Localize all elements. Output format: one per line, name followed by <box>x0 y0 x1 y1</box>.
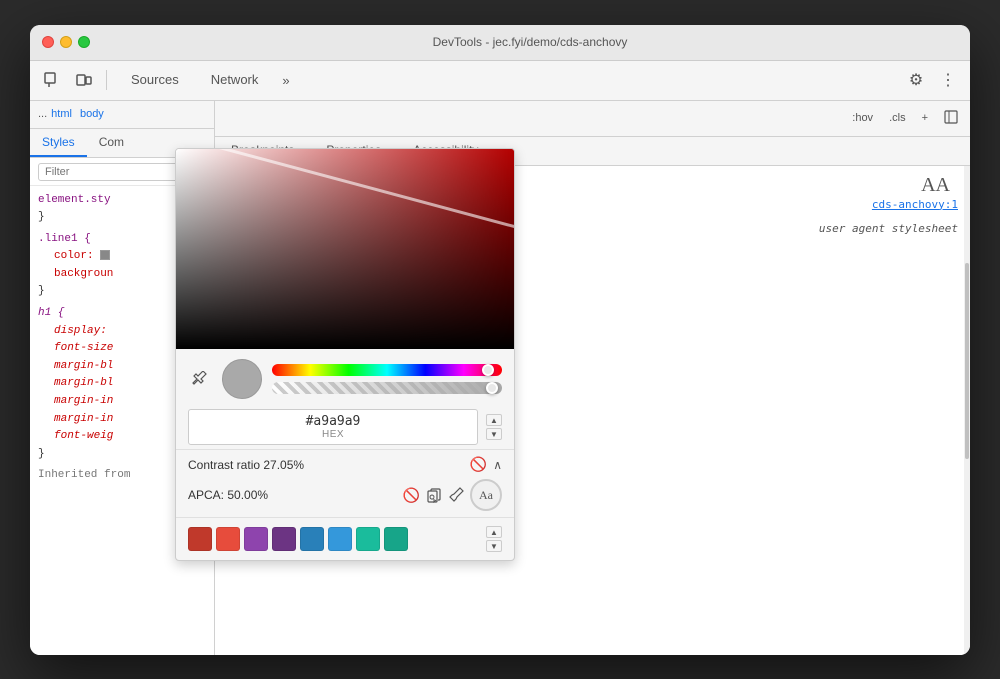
settings-button[interactable]: ⚙ <box>902 66 930 94</box>
apca-icons: 🚫 <box>403 479 502 511</box>
devtools-window: DevTools - jec.fyi/demo/cds-anchovy Sour… <box>30 25 970 655</box>
inspect-element-button[interactable] <box>38 66 66 94</box>
opacity-slider[interactable] <box>272 382 502 394</box>
tab-more[interactable]: » <box>274 61 297 101</box>
minimize-button[interactable] <box>60 36 72 48</box>
tab-network[interactable]: Network <box>195 61 275 101</box>
tab-sources[interactable]: Sources <box>115 61 195 101</box>
hex-up-button[interactable]: ▲ <box>486 414 502 426</box>
fontweight-property: font-weig <box>38 430 113 442</box>
devtools-body: Sources Network » ⚙ ⋮ ... html body Styl… <box>30 61 970 655</box>
apca-copy-button[interactable] <box>426 487 442 503</box>
swatch-down-button[interactable]: ▼ <box>486 540 502 552</box>
scrollbar-thumb <box>965 263 969 459</box>
swatch-4[interactable] <box>272 527 296 551</box>
hex-row: #a9a9a9 HEX ▲ ▼ <box>176 409 514 449</box>
picker-controls <box>176 349 514 409</box>
swatch-1[interactable] <box>188 527 212 551</box>
swatch-arrows: ▲ ▼ <box>486 526 502 552</box>
swatch-up-button[interactable]: ▲ <box>486 526 502 538</box>
ua-label: user agent stylesheet <box>819 222 958 235</box>
apca-no-icon: 🚫 <box>403 487 420 504</box>
swatch-8[interactable] <box>384 527 408 551</box>
swatch-3[interactable] <box>244 527 268 551</box>
color-canvas[interactable] <box>176 149 514 349</box>
color-swatches: ▲ ▼ <box>176 517 514 560</box>
traffic-lights <box>42 36 90 48</box>
display-property: display: <box>38 325 107 337</box>
aa-badge[interactable]: Aa <box>470 479 502 511</box>
h1-selector: h1 { <box>38 307 64 319</box>
contrast-right: 🚫 ∧ <box>470 456 502 473</box>
new-rule-button[interactable] <box>940 108 962 129</box>
marginbl1-property: margin-bl <box>38 360 113 372</box>
hex-arrows: ▲ ▼ <box>486 414 502 440</box>
color-picker-popup: #a9a9a9 HEX ▲ ▼ Contrast ratio 27.05% <box>175 148 515 561</box>
contrast-row: Contrast ratio 27.05% 🚫 ∧ <box>188 456 502 473</box>
hue-thumb <box>482 364 494 376</box>
breadcrumb-dots: ... <box>38 108 47 120</box>
color-property: color: <box>38 250 112 262</box>
font-size-badge: AA <box>921 174 950 197</box>
color-swatch[interactable] <box>100 250 110 260</box>
more-options-button[interactable]: ⋮ <box>934 66 962 94</box>
swatch-6[interactable] <box>328 527 352 551</box>
devtools-toolbar: Sources Network » ⚙ ⋮ <box>30 61 970 101</box>
color-canvas-inner <box>176 149 514 349</box>
eyedropper2-button[interactable] <box>448 487 464 503</box>
title-bar: DevTools - jec.fyi/demo/cds-anchovy <box>30 25 970 61</box>
apca-row: APCA: 50.00% 🚫 <box>188 479 502 511</box>
cls-button[interactable]: .cls <box>885 110 910 126</box>
right-toolbar: :hov .cls + <box>215 101 970 137</box>
hue-slider[interactable] <box>272 364 502 376</box>
main-content: ... html body Styles Com element.sty <box>30 101 970 655</box>
eyedropper-button[interactable] <box>188 367 212 391</box>
tab-styles[interactable]: Styles <box>30 129 87 157</box>
marginin1-property: margin-in <box>38 395 113 407</box>
maximize-button[interactable] <box>78 36 90 48</box>
marginin2-property: margin-in <box>38 413 113 425</box>
contrast-chevron-button[interactable]: ∧ <box>493 458 502 472</box>
toolbar-right: ⚙ ⋮ <box>902 66 962 94</box>
color-preview-circle <box>222 359 262 399</box>
contrast-section: Contrast ratio 27.05% 🚫 ∧ APCA: 50.00% <box>176 449 514 517</box>
swatch-2[interactable] <box>216 527 240 551</box>
line1-selector: .line1 { <box>38 233 91 245</box>
hex-input-container: #a9a9a9 HEX <box>188 409 478 445</box>
hex-value[interactable]: #a9a9a9 <box>306 414 361 429</box>
scrollbar[interactable] <box>964 166 970 655</box>
hov-button[interactable]: :hov <box>848 110 877 126</box>
no-entry-icon: 🚫 <box>470 456 487 473</box>
device-toggle-button[interactable] <box>70 66 98 94</box>
add-style-button[interactable]: + <box>918 110 932 126</box>
source-link[interactable]: cds-anchovy:1 <box>872 198 958 211</box>
breadcrumb-html[interactable]: html <box>51 108 72 120</box>
contrast-label: Contrast ratio 27.05% <box>188 458 304 472</box>
nav-tabs: Sources Network » <box>115 61 898 101</box>
tab-computed[interactable]: Com <box>87 129 136 157</box>
hex-label: HEX <box>322 429 344 440</box>
element-breadcrumb: ... html body <box>30 101 214 129</box>
breadcrumb-body[interactable]: body <box>80 108 104 120</box>
swatch-7[interactable] <box>356 527 380 551</box>
opacity-thumb <box>486 382 498 394</box>
apca-label: APCA: 50.00% <box>188 488 268 502</box>
style-selector: element.sty <box>38 194 111 206</box>
swatch-5[interactable] <box>300 527 324 551</box>
toolbar-separator <box>106 70 107 90</box>
marginbl2-property: margin-bl <box>38 377 113 389</box>
background-property: backgroun <box>38 268 113 280</box>
fontsize-property: font-size <box>38 342 113 354</box>
window-title: DevTools - jec.fyi/demo/cds-anchovy <box>102 35 958 49</box>
hex-down-button[interactable]: ▼ <box>486 428 502 440</box>
sliders-area <box>272 364 502 394</box>
close-button[interactable] <box>42 36 54 48</box>
